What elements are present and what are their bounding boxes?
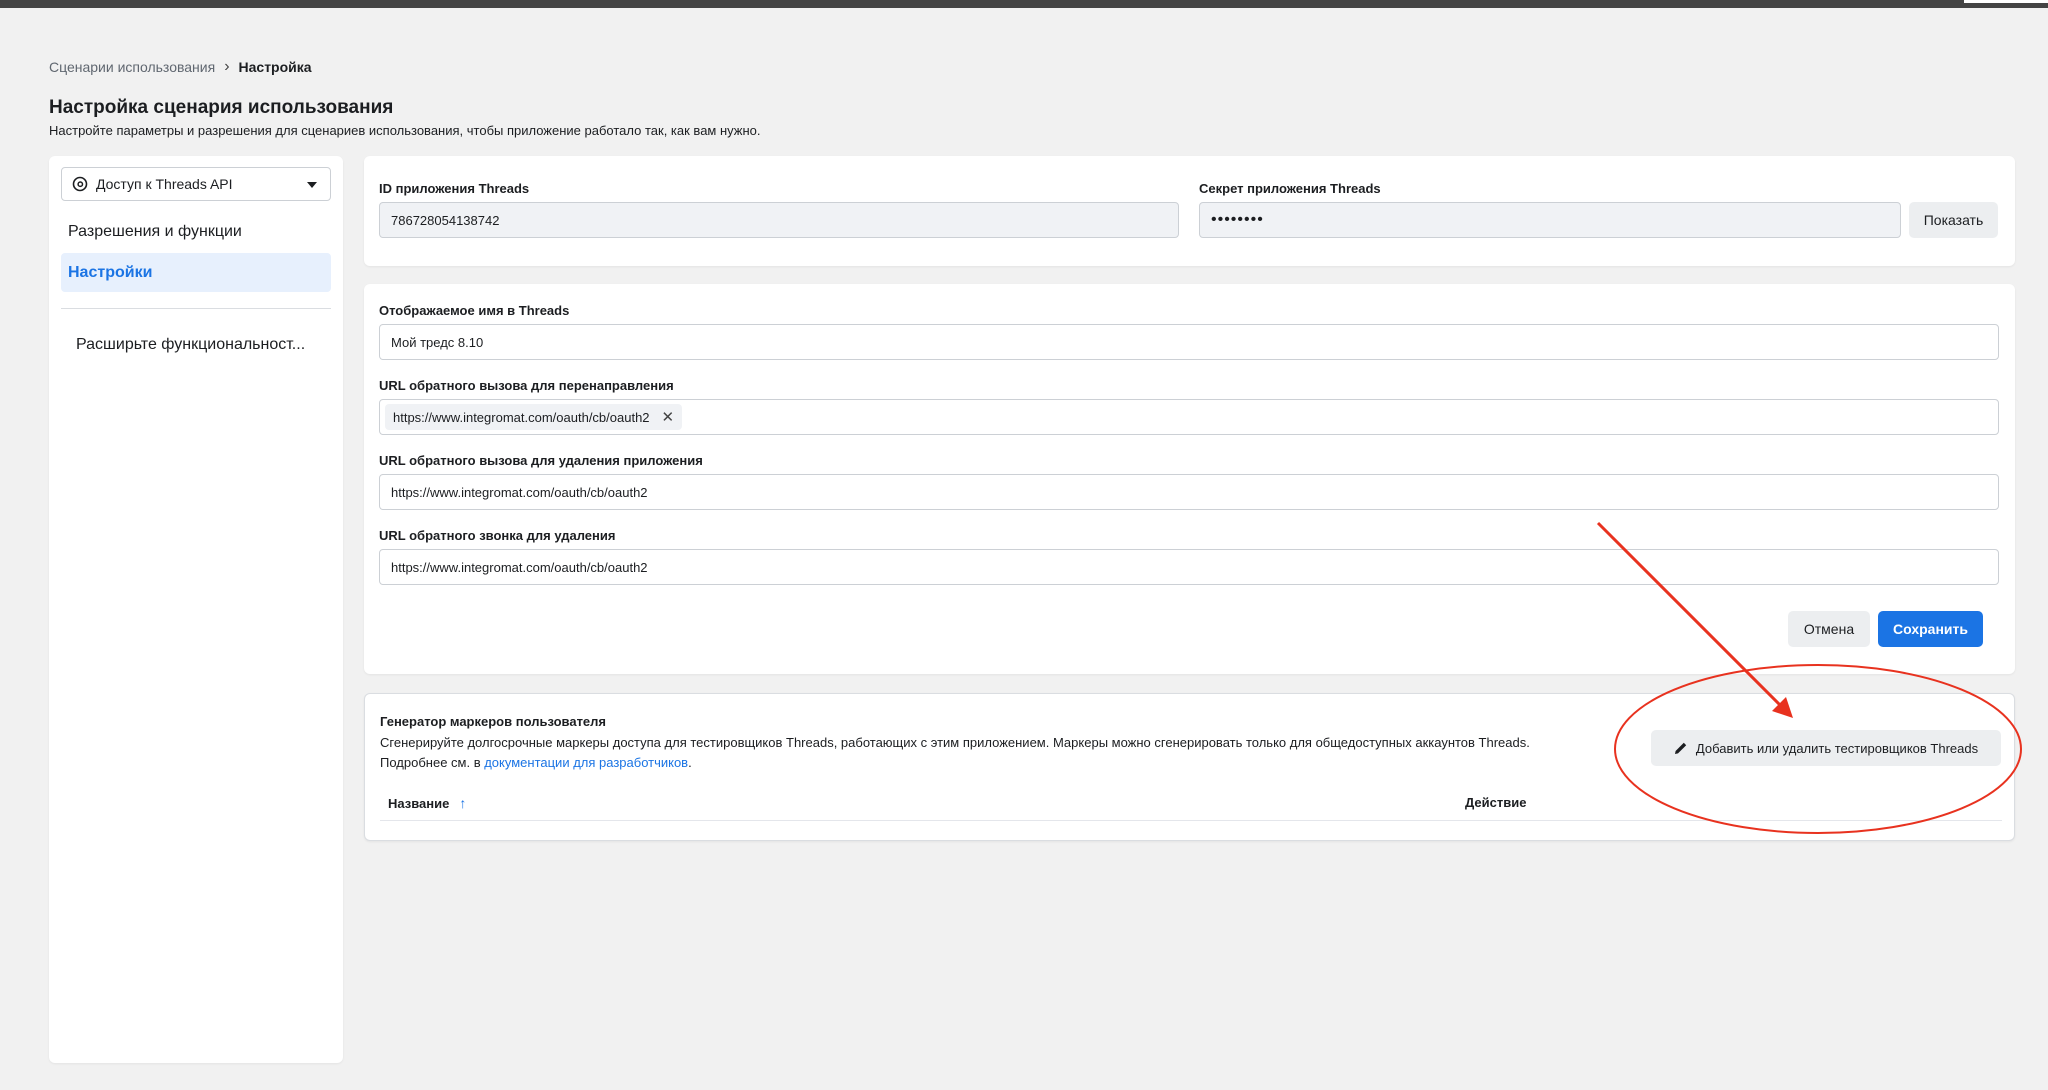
- breadcrumb-current: Настройка: [238, 59, 312, 75]
- delete-url-label: URL обратного звонка для удаления: [379, 528, 616, 543]
- top-bar-corner: [1964, 0, 2048, 3]
- redirect-url-chip: https://www.integromat.com/oauth/cb/oaut…: [385, 404, 683, 430]
- sidebar: Доступ к Threads API Разрешения и функци…: [49, 156, 343, 1063]
- redirect-url-field[interactable]: https://www.integromat.com/oauth/cb/oaut…: [379, 399, 1999, 435]
- sidebar-item-settings[interactable]: Настройки: [61, 253, 331, 292]
- more-info-suffix: .: [688, 755, 692, 770]
- page-subtitle: Настройте параметры и разрешения для сце…: [49, 123, 761, 138]
- app-id-label: ID приложения Threads: [379, 181, 530, 196]
- breadcrumb: Сценарии использования › Настройка: [49, 58, 312, 76]
- app-secret-field[interactable]: ••••••••: [1199, 202, 1901, 238]
- app-secret-label: Секрет приложения Threads: [1199, 181, 1381, 196]
- sidebar-item-extend[interactable]: Расширьте функциональност...: [76, 336, 305, 354]
- redirect-url-chip-text: https://www.integromat.com/oauth/cb/oaut…: [393, 409, 650, 425]
- delete-url-field[interactable]: https://www.integromat.com/oauth/cb/oaut…: [379, 549, 1999, 585]
- app-id-field[interactable]: 786728054138742: [379, 202, 1179, 238]
- column-header-name-label: Название: [388, 795, 450, 811]
- app-credentials-card: ID приложения Threads 786728054138742 Се…: [364, 156, 2015, 266]
- more-info-prefix: Подробнее см. в: [380, 755, 485, 770]
- sidebar-item-permissions[interactable]: Разрешения и функции: [61, 212, 331, 251]
- sidebar-divider: [61, 308, 331, 309]
- close-icon[interactable]: ✕: [662, 408, 675, 426]
- add-remove-testers-label: Добавить или удалить тестировщиков Threa…: [1695, 740, 1979, 756]
- use-case-select[interactable]: Доступ к Threads API: [61, 167, 331, 201]
- caret-down-icon: [307, 182, 317, 188]
- use-case-select-value: Доступ к Threads API: [96, 176, 233, 192]
- token-generator-title: Генератор маркеров пользователя: [380, 714, 607, 729]
- token-generator-description: Сгенерируйте долгосрочные маркеры доступ…: [380, 733, 1640, 773]
- chevron-right-icon: ›: [224, 58, 230, 75]
- uninstall-url-field[interactable]: https://www.integromat.com/oauth/cb/oaut…: [379, 474, 1999, 510]
- token-generator-text: Сгенерируйте долгосрочные маркеры доступ…: [380, 735, 1530, 750]
- threads-icon: [72, 176, 88, 192]
- uninstall-url-label: URL обратного вызова для удаления прилож…: [379, 453, 703, 468]
- column-header-name[interactable]: Название ↑: [388, 795, 466, 811]
- display-name-label: Отображаемое имя в Threads: [379, 303, 570, 318]
- top-bar: [0, 0, 2048, 8]
- redirect-url-label: URL обратного вызова для перенаправления: [379, 378, 674, 393]
- token-generator-card: Генератор маркеров пользователя Сгенерир…: [364, 693, 2015, 841]
- cancel-button[interactable]: Отмена: [1788, 611, 1870, 647]
- arrow-up-icon: ↑: [459, 795, 467, 811]
- developer-docs-link[interactable]: документации для разработчиков: [484, 755, 688, 770]
- add-remove-testers-button[interactable]: Добавить или удалить тестировщиков Threa…: [1651, 730, 2001, 766]
- table-divider: [380, 820, 2002, 821]
- display-name-field[interactable]: Мой тредс 8.10: [379, 324, 1999, 360]
- threads-settings-card: Отображаемое имя в Threads Мой тредс 8.1…: [364, 284, 2015, 674]
- column-header-action: Действие: [1465, 795, 1527, 810]
- show-secret-button[interactable]: Показать: [1909, 202, 1998, 238]
- pencil-icon: [1674, 742, 1687, 754]
- page-title: Настройка сценария использования: [49, 97, 394, 118]
- breadcrumb-parent-link[interactable]: Сценарии использования: [49, 59, 215, 75]
- save-button[interactable]: Сохранить: [1878, 611, 1983, 647]
